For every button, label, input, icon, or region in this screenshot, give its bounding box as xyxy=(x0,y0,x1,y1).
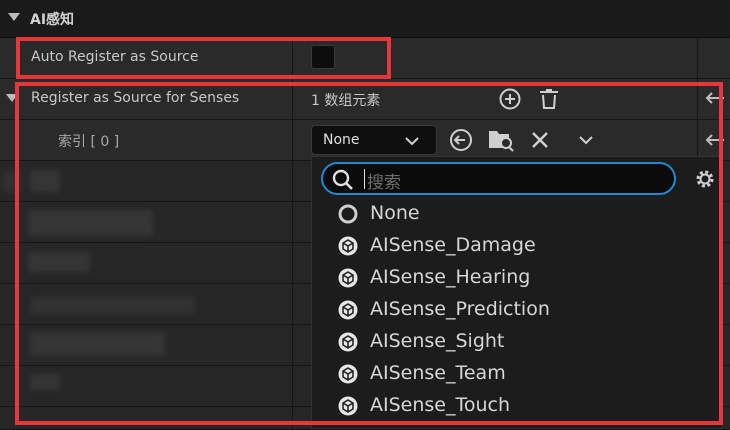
collapse-arrow-icon[interactable] xyxy=(8,13,20,21)
section-header[interactable]: AI感知 xyxy=(0,0,730,38)
highlight-box-register-senses xyxy=(15,82,723,425)
section-title: AI感知 xyxy=(30,12,75,28)
highlight-box-auto-register xyxy=(16,37,391,79)
